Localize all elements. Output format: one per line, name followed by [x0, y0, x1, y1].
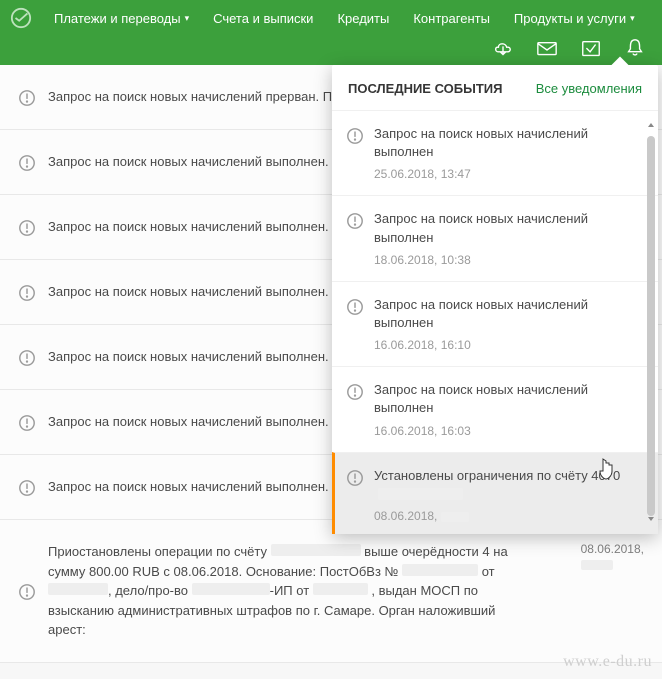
logo-icon: [10, 7, 32, 29]
watermark: www.e-du.ru: [563, 653, 652, 671]
detail-text: Приостановлены операции по счёту выше оч…: [48, 542, 518, 640]
nav-accounts[interactable]: Счета и выписки: [201, 0, 325, 36]
nav-payments[interactable]: Платежи и переводы▾: [42, 0, 201, 36]
bell-icon[interactable]: [624, 38, 646, 58]
all-notifications-link[interactable]: Все уведомления: [536, 81, 642, 96]
scrollbar[interactable]: [646, 136, 656, 516]
notif-date: 16.06.2018, 16:03: [374, 424, 644, 438]
notification-item[interactable]: Запрос на поиск новых начислений выполне…: [332, 110, 658, 195]
notif-date: 08.06.2018,: [374, 509, 644, 523]
chevron-down-icon: ▾: [630, 13, 635, 24]
alert-icon: [18, 479, 36, 497]
notif-title: Установлены ограничения по счёту 4070: [374, 467, 644, 503]
notif-title: Запрос на поиск новых начислений выполне…: [374, 125, 644, 161]
notif-title: Запрос на поиск новых начислений выполне…: [374, 381, 644, 417]
popup-title: ПОСЛЕДНИЕ СОБЫТИЯ: [348, 81, 502, 96]
alert-icon: [346, 127, 364, 145]
notification-item[interactable]: Запрос на поиск новых начислений выполне…: [332, 366, 658, 451]
alert-icon: [346, 212, 364, 230]
nav-credits[interactable]: Кредиты: [325, 0, 401, 36]
detail-date: 08.06.2018,: [581, 542, 644, 573]
header-icons: [492, 38, 646, 58]
nav-counterparties[interactable]: Контрагенты: [401, 0, 502, 36]
alert-icon: [18, 583, 36, 601]
cloud-icon[interactable]: [492, 38, 514, 58]
alert-icon: [18, 89, 36, 107]
alert-icon: [18, 414, 36, 432]
notifications-popup: ПОСЛЕДНИЕ СОБЫТИЯ Все уведомления Запрос…: [332, 65, 658, 534]
header-bar: Платежи и переводы▾ Счета и выписки Кред…: [0, 0, 662, 65]
notif-title: Запрос на поиск новых начислений выполне…: [374, 296, 644, 332]
mail-icon[interactable]: [536, 38, 558, 58]
notif-date: 16.06.2018, 16:10: [374, 338, 644, 352]
alert-icon: [346, 298, 364, 316]
chevron-down-icon: ▾: [185, 13, 190, 24]
popup-body: Запрос на поиск новых начислений выполне…: [332, 110, 658, 534]
alert-icon: [18, 349, 36, 367]
alert-icon: [18, 219, 36, 237]
alert-icon: [18, 284, 36, 302]
nav: Платежи и переводы▾ Счета и выписки Кред…: [0, 0, 662, 36]
notification-item[interactable]: Запрос на поиск новых начислений выполне…: [332, 195, 658, 280]
scrollbar-thumb[interactable]: [647, 136, 655, 516]
notification-item[interactable]: Запрос на поиск новых начислений выполне…: [332, 281, 658, 366]
notification-item-restricted[interactable]: Установлены ограничения по счёту 4070 08…: [332, 452, 658, 535]
nav-products[interactable]: Продукты и услуги▾: [502, 0, 647, 36]
detail-item[interactable]: Приостановлены операции по счёту выше оч…: [0, 520, 662, 663]
scroll-down-arrow[interactable]: [646, 512, 656, 528]
notif-date: 18.06.2018, 10:38: [374, 253, 644, 267]
notif-title: Запрос на поиск новых начислений выполне…: [374, 210, 644, 246]
alert-icon: [18, 154, 36, 172]
scroll-up-arrow[interactable]: [646, 118, 656, 134]
notif-date: 25.06.2018, 13:47: [374, 167, 644, 181]
alert-icon: [346, 383, 364, 401]
alert-icon: [346, 469, 364, 487]
inbox-check-icon[interactable]: [580, 38, 602, 58]
